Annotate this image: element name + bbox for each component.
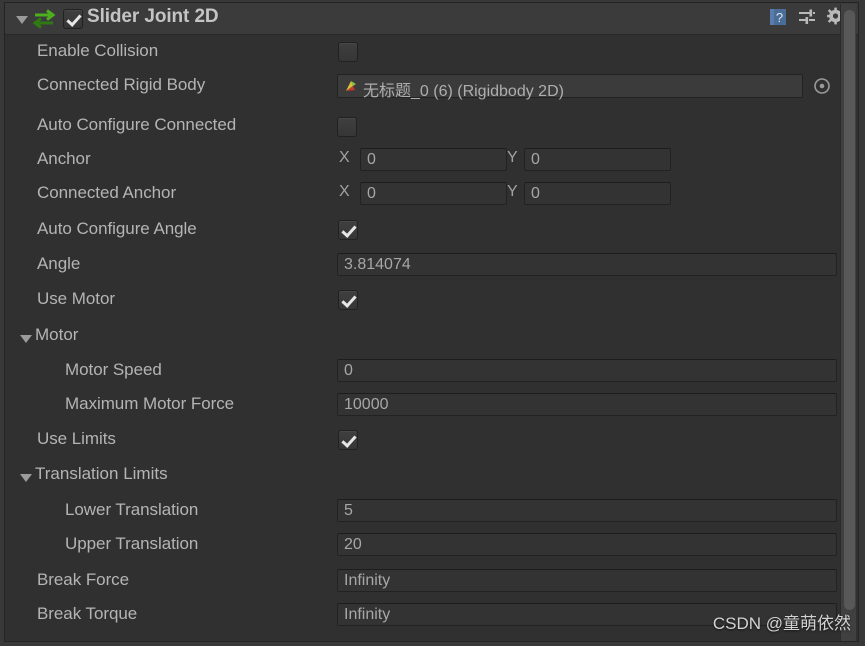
upper-translation-input[interactable]: 20 — [337, 533, 837, 556]
auto-configure-connected-label: Auto Configure Connected — [37, 115, 237, 134]
row-connected-anchor: Connected Anchor X 0 Y 0 — [5, 179, 858, 209]
angle-value: 3.814074 — [344, 256, 411, 273]
anchor-y-axis-label: Y — [507, 149, 518, 166]
object-picker-icon[interactable] — [813, 77, 831, 95]
connected-anchor-x-input[interactable]: 0 — [360, 182, 507, 205]
maximum-motor-force-label: Maximum Motor Force — [65, 394, 235, 413]
connected-anchor-x-value: 0 — [367, 185, 376, 202]
break-force-label: Break Force — [37, 570, 130, 589]
translation-limits-foldout-arrow-icon[interactable] — [17, 468, 35, 486]
auto-configure-connected-checkbox[interactable] — [337, 117, 357, 137]
help-book-icon[interactable]: ? — [768, 7, 788, 32]
auto-configure-angle-label: Auto Configure Angle — [37, 219, 197, 238]
row-motor-speed: Motor Speed 0 — [5, 356, 858, 386]
joint-2d-icon — [32, 8, 57, 30]
angle-label: Angle — [37, 254, 81, 273]
row-anchor: Anchor X 0 Y 0 — [5, 145, 858, 175]
anchor-y-input[interactable]: 0 — [524, 148, 671, 171]
connected-anchor-y-input[interactable]: 0 — [524, 182, 671, 205]
break-force-input[interactable]: Infinity — [337, 569, 837, 592]
row-lower-translation: Lower Translation 5 — [5, 496, 858, 526]
auto-configure-angle-checkbox[interactable] — [338, 220, 358, 240]
anchor-x-input[interactable]: 0 — [360, 148, 507, 171]
component-header[interactable]: Slider Joint 2D ? — [5, 3, 858, 35]
anchor-x-axis-label: X — [339, 149, 350, 166]
vertical-scrollbar-thumb[interactable] — [844, 10, 855, 610]
maximum-motor-force-input[interactable]: 10000 — [337, 393, 837, 416]
vertical-scrollbar[interactable] — [840, 4, 856, 641]
use-limits-label: Use Limits — [37, 429, 116, 448]
connected-rigid-body-value: 无标题_0 (6) (Rigidbody 2D) — [363, 83, 564, 100]
header-icon-group: ? — [768, 7, 850, 32]
upper-translation-label: Upper Translation — [65, 534, 199, 553]
break-torque-value: Infinity — [344, 606, 391, 623]
anchor-y-value: 0 — [531, 151, 540, 168]
motor-speed-label: Motor Speed — [65, 360, 162, 379]
connected-anchor-x-axis-label: X — [339, 183, 350, 200]
row-auto-configure-angle: Auto Configure Angle — [5, 215, 858, 245]
row-translation-limits-group[interactable]: Translation Limits — [5, 460, 858, 490]
row-break-force: Break Force Infinity — [5, 566, 858, 596]
row-angle: Angle 3.814074 — [5, 250, 858, 280]
enable-collision-checkbox[interactable] — [338, 42, 358, 62]
row-upper-translation: Upper Translation 20 — [5, 530, 858, 560]
maximum-motor-force-value: 10000 — [344, 396, 389, 413]
row-use-motor: Use Motor — [5, 285, 858, 315]
translation-limits-group-label: Translation Limits — [35, 464, 168, 483]
component-title: Slider Joint 2D — [87, 6, 219, 27]
connected-rigid-body-object-field[interactable]: 无标题_0 (6) (Rigidbody 2D) — [337, 74, 803, 100]
row-maximum-motor-force: Maximum Motor Force 10000 — [5, 390, 858, 420]
component-panel: Slider Joint 2D ? Enable Collision Conne… — [4, 2, 859, 642]
enable-collision-label: Enable Collision — [37, 41, 159, 60]
use-motor-label: Use Motor — [37, 289, 115, 308]
preset-sliders-icon[interactable] — [797, 7, 817, 32]
row-motor-group[interactable]: Motor — [5, 321, 858, 351]
row-enable-collision: Enable Collision — [5, 37, 858, 67]
unity-inspector: Slider Joint 2D ? Enable Collision Conne… — [0, 0, 865, 646]
motor-speed-input[interactable]: 0 — [337, 359, 837, 382]
svg-text:?: ? — [776, 10, 783, 25]
row-auto-configure-connected: Auto Configure Connected — [5, 111, 858, 141]
connected-rigid-body-label: Connected Rigid Body — [37, 75, 206, 94]
lower-translation-input[interactable]: 5 — [337, 499, 837, 522]
motor-group-label: Motor — [35, 325, 79, 344]
component-enabled-checkbox[interactable] — [63, 9, 83, 29]
anchor-x-value: 0 — [367, 151, 376, 168]
watermark: CSDN @童萌依然 — [712, 614, 851, 633]
connected-anchor-label: Connected Anchor — [37, 183, 177, 202]
motor-foldout-arrow-icon[interactable] — [17, 329, 35, 347]
use-motor-checkbox[interactable] — [338, 290, 358, 310]
upper-translation-value: 20 — [344, 536, 362, 553]
motor-speed-value: 0 — [344, 362, 353, 379]
lower-translation-label: Lower Translation — [65, 500, 199, 519]
lower-translation-value: 5 — [344, 502, 353, 519]
rigidbody-2d-icon — [343, 78, 359, 94]
connected-anchor-y-axis-label: Y — [507, 183, 518, 200]
break-force-value: Infinity — [344, 572, 391, 589]
use-limits-checkbox[interactable] — [338, 430, 358, 450]
angle-input[interactable]: 3.814074 — [337, 253, 837, 276]
break-torque-label: Break Torque — [37, 604, 138, 623]
connected-anchor-y-value: 0 — [531, 185, 540, 202]
component-foldout-arrow-icon[interactable] — [13, 10, 31, 28]
row-connected-rigid-body: Connected Rigid Body 无标题_0 (6) (Rigidbod… — [5, 71, 858, 101]
anchor-label: Anchor — [37, 149, 91, 168]
row-use-limits: Use Limits — [5, 425, 858, 455]
